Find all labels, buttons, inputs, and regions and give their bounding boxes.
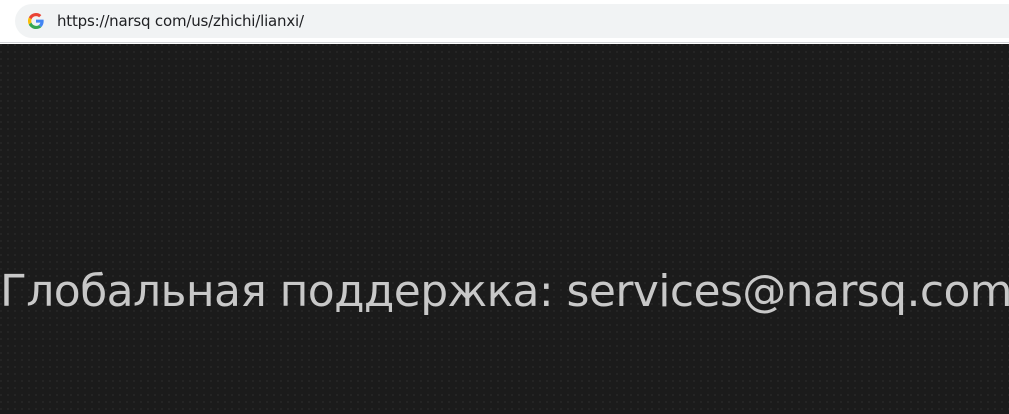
url-text[interactable]: https://narsq com/us/zhichi/lianxi/ xyxy=(57,4,304,38)
browser-toolbar: https://narsq com/us/zhichi/lianxi/ xyxy=(0,0,1009,43)
page-content: Глобальная поддержка: services@narsq.com xyxy=(0,44,1009,414)
global-support-text: Глобальная поддержка: services@narsq.com xyxy=(0,266,1009,317)
google-g-icon xyxy=(28,13,44,29)
address-bar[interactable]: https://narsq com/us/zhichi/lianxi/ xyxy=(15,4,1009,38)
